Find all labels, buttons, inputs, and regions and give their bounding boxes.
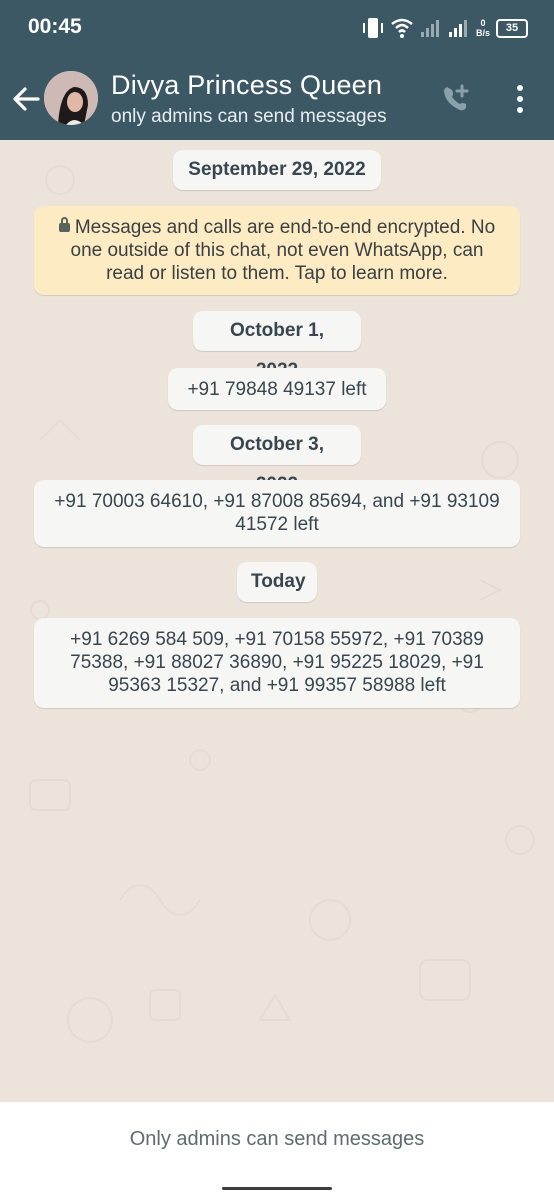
admin-only-notice: Only admins can send messages	[129, 1128, 425, 1150]
gesture-handle[interactable]	[222, 1187, 332, 1190]
chat-header: Divya Princess Queen only admins can sen…	[0, 56, 554, 140]
date-separator: October 3, 2022	[193, 425, 361, 495]
date-separator: September 29, 2022	[173, 150, 381, 190]
avatar[interactable]	[44, 71, 98, 125]
add-call-icon[interactable]	[438, 80, 474, 116]
encryption-notice[interactable]: Messages and calls are end-to-end encryp…	[34, 206, 520, 295]
chat-area[interactable]: September 29, 2022 Messages and calls ar…	[0, 140, 554, 1102]
net-speed-value: 0	[480, 18, 486, 28]
battery-level: 35	[505, 21, 519, 34]
system-message: +91 79848 49137 left	[168, 368, 386, 410]
vibrate-icon	[362, 18, 383, 38]
arrow-left-icon[interactable]	[10, 83, 42, 115]
net-speed: 0 B/s	[476, 18, 490, 38]
battery-icon: 35	[496, 18, 528, 38]
wifi-icon	[391, 18, 413, 38]
status-icons: 0 B/s 35	[362, 14, 528, 42]
date-separator: October 1, 2022	[193, 311, 361, 381]
bottom-bar: Only admins can send messages	[0, 1102, 554, 1200]
date-separator: Today	[237, 562, 317, 602]
lock-icon	[58, 217, 70, 232]
signal-icon	[448, 20, 467, 37]
status-time: 00:45	[28, 15, 82, 38]
status-bar: 00:45 0 B/s 35	[0, 0, 554, 56]
signal-icon	[420, 20, 439, 37]
chat-subtitle[interactable]: only admins can send messages	[111, 106, 387, 128]
more-vertical-icon[interactable]	[508, 82, 532, 116]
contact-name[interactable]: Divya Princess Queen	[111, 70, 382, 101]
system-message: +91 70003 64610, +91 87008 85694, and +9…	[34, 480, 520, 547]
net-speed-unit: B/s	[475, 28, 490, 38]
avatar-image	[44, 71, 98, 125]
system-message: +91 6269 584 509, +91 70158 55972, +91 7…	[34, 618, 520, 708]
encryption-notice-text: Messages and calls are end-to-end encryp…	[70, 217, 496, 284]
